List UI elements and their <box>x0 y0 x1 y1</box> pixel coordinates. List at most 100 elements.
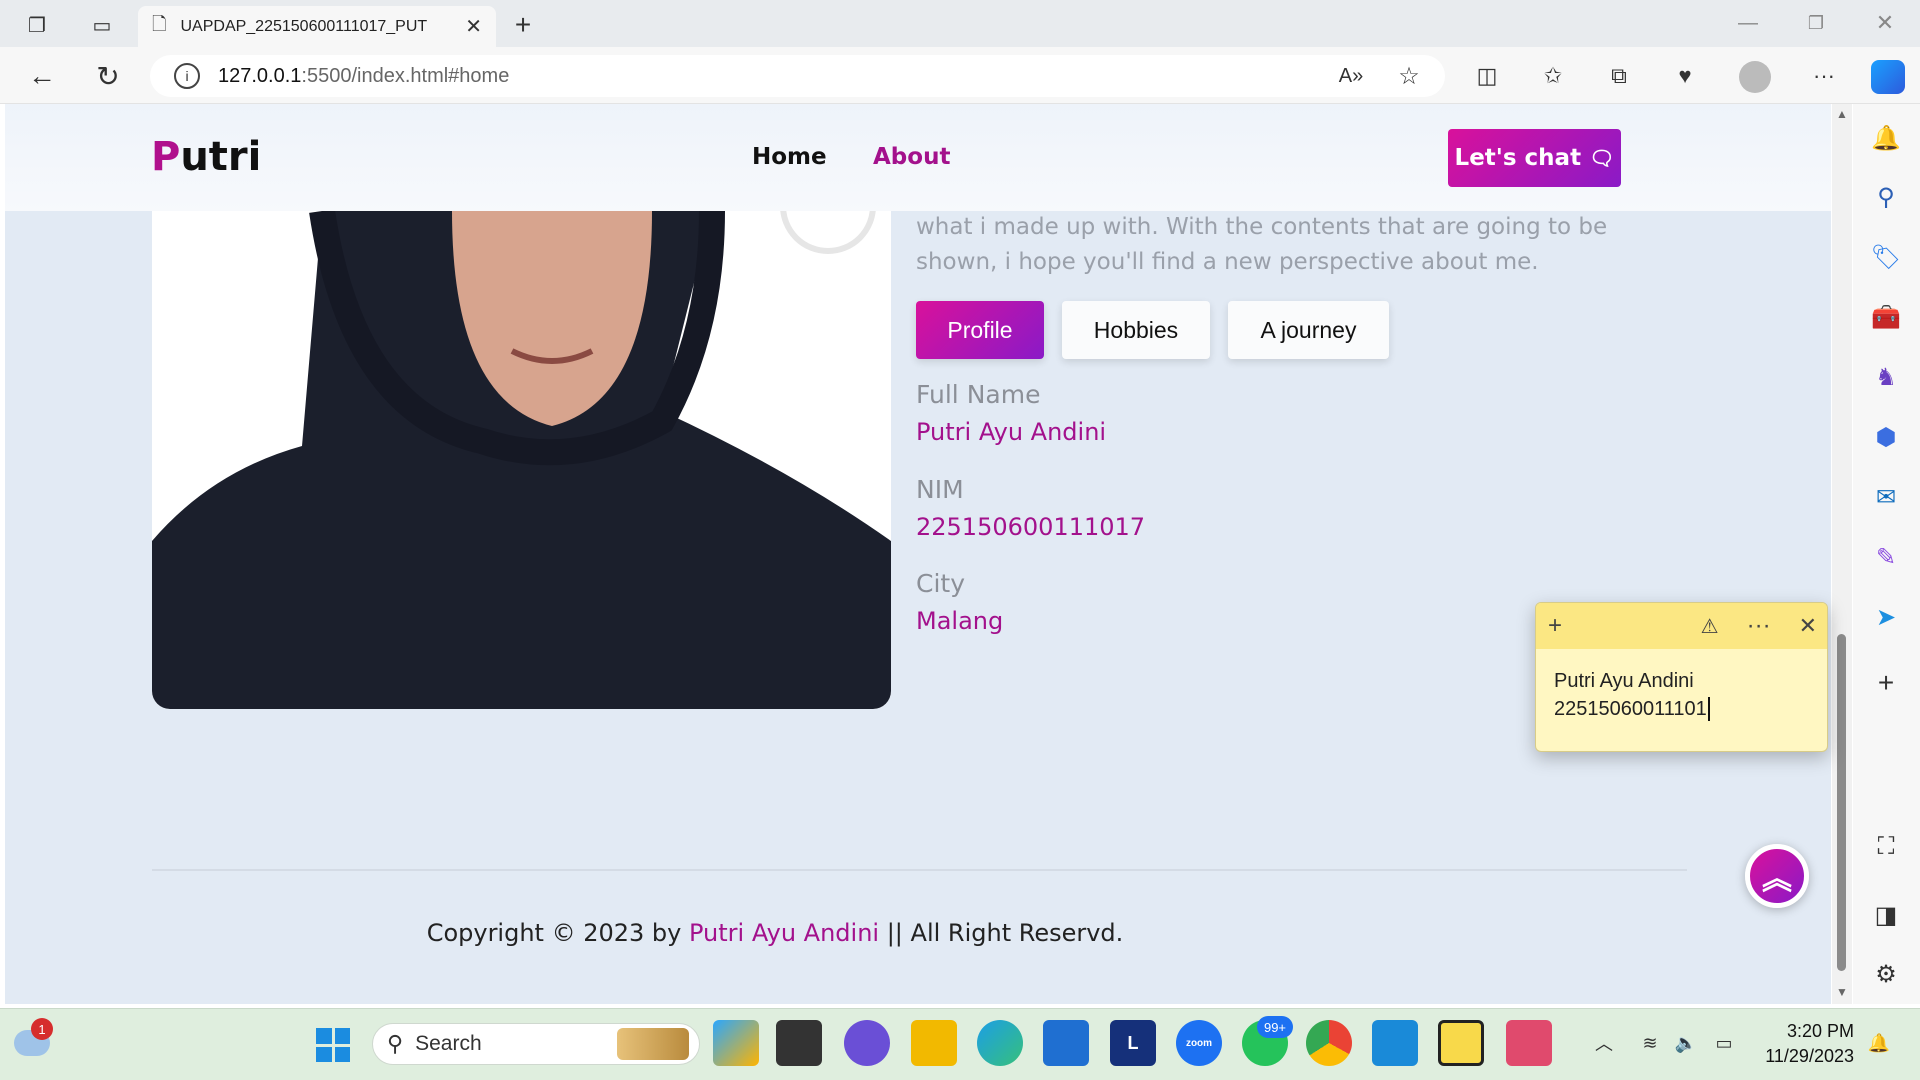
minimize-icon[interactable]: — <box>1733 8 1763 38</box>
games-icon[interactable]: ♞ <box>1866 357 1906 397</box>
copilot-preview-icon[interactable] <box>713 1020 759 1066</box>
clock-date: 11/29/2023 <box>1765 1046 1854 1066</box>
scroll-down-arrow-icon[interactable]: ▼ <box>1834 984 1850 1000</box>
screenshot-icon[interactable]: ⛶ <box>1866 827 1906 867</box>
sticky-note-window[interactable]: + ⚠ ··· ✕ Putri Ayu Andini 2251506001110… <box>1535 602 1828 752</box>
l-app-icon[interactable]: L <box>1110 1020 1156 1066</box>
site-logo[interactable]: Putri <box>151 134 261 180</box>
nav-about-link[interactable]: About <box>873 144 950 170</box>
tab-hobbies-button[interactable]: Hobbies <box>1062 301 1210 359</box>
new-tab-icon[interactable]: + <box>508 9 538 40</box>
scrollbar-thumb[interactable] <box>1837 634 1846 971</box>
url-path: :5500/index.html#home <box>301 64 510 87</box>
browser-tab[interactable]: 🗋 UAPDAP_225150600111017_PUT ✕ <box>138 6 496 47</box>
workspaces-icon[interactable]: ❐ <box>22 10 52 40</box>
battery-icon[interactable]: ▭ <box>1710 1030 1738 1056</box>
back-icon[interactable]: ← <box>26 60 58 92</box>
settings-gear-icon[interactable]: ⚙ <box>1866 954 1906 994</box>
nim-label: NIM <box>916 475 964 504</box>
volume-icon[interactable]: 🔈 <box>1672 1030 1700 1056</box>
show-hidden-icons-chevron-icon[interactable]: ︿ <box>1591 1030 1617 1056</box>
microsoft-store-icon[interactable] <box>1043 1020 1089 1066</box>
nav-home-link[interactable]: Home <box>752 144 827 170</box>
scroll-up-arrow-icon[interactable]: ▲ <box>1834 106 1850 122</box>
chat-bubble-icon: 🗨 <box>1589 146 1615 170</box>
copilot-icon[interactable] <box>1871 60 1905 94</box>
sticky-notes-taskbar-icon[interactable] <box>1438 1020 1484 1066</box>
url-host: 127.0.0.1 <box>218 64 302 87</box>
note-menu-icon[interactable]: ··· <box>1747 612 1771 640</box>
logo-rest: utri <box>180 134 262 180</box>
taskbar-search-label: Search <box>415 1032 482 1055</box>
zoom-icon[interactable]: zoom <box>1176 1020 1222 1066</box>
chrome-icon[interactable] <box>1306 1020 1352 1066</box>
restore-icon[interactable]: ❐ <box>1801 8 1831 38</box>
footer-divider <box>152 869 1687 871</box>
search-highlight-image <box>617 1028 689 1060</box>
browser-tab-bar: ❐ ▭ 🗋 UAPDAP_225150600111017_PUT ✕ + — ❐… <box>0 0 1920 47</box>
read-aloud-icon[interactable]: A» <box>1335 60 1367 92</box>
wifi-icon[interactable]: ≋ <box>1636 1030 1664 1056</box>
intro-text-line1: what i made up with. With the contents t… <box>916 214 1608 240</box>
address-bar[interactable]: i 127.0.0.1:5500/index.html#home <box>150 55 1445 97</box>
warning-icon[interactable]: ⚠ <box>1701 614 1719 639</box>
city-label: City <box>916 569 965 598</box>
sticky-note-header: + ⚠ ··· ✕ <box>1536 603 1827 649</box>
tab-journey-button[interactable]: A journey <box>1228 301 1389 359</box>
footer-author-link[interactable]: Putri Ayu Andini <box>689 919 879 947</box>
tools-icon[interactable]: 🧰 <box>1866 297 1906 337</box>
fullname-value: Putri Ayu Andini <box>916 418 1107 446</box>
send-icon[interactable]: ➤ <box>1866 597 1906 637</box>
search-icon[interactable]: ⚲ <box>1866 177 1906 217</box>
add-note-icon[interactable]: + <box>1548 612 1562 640</box>
windows-start-icon[interactable] <box>316 1028 350 1062</box>
tab-actions-icon[interactable]: ▭ <box>87 10 117 40</box>
favorites-icon[interactable]: ✩ <box>1537 60 1569 92</box>
footer-suffix: || All Right Reservd. <box>886 919 1124 947</box>
logo-first-letter: P <box>151 134 181 180</box>
shopping-tag-icon[interactable]: 🏷 <box>1866 237 1906 277</box>
footer-copyright: Copyright © 2023 by Putri Ayu Andini || … <box>5 919 1545 947</box>
profile-photo <box>152 211 891 709</box>
teams-chat-icon[interactable] <box>844 1020 890 1066</box>
snipping-tool-icon[interactable] <box>1506 1020 1552 1066</box>
collections-icon[interactable]: ⧉ <box>1603 60 1635 92</box>
more-options-icon[interactable]: ··· <box>1808 60 1840 92</box>
add-sidebar-app-icon[interactable]: + <box>1866 663 1906 703</box>
edge-browser-icon[interactable] <box>977 1020 1023 1066</box>
task-view-icon[interactable] <box>776 1020 822 1066</box>
back-to-top-button[interactable]: ︽ <box>1745 844 1809 908</box>
designer-icon[interactable]: ✎ <box>1866 537 1906 577</box>
tab-title: UAPDAP_225150600111017_PUT <box>180 17 428 35</box>
browser-essentials-icon[interactable]: ♥ <box>1669 60 1701 92</box>
sticky-note-line2: 22515060011101 <box>1554 698 1707 720</box>
sidebar-toggle-icon[interactable]: ◨ <box>1866 895 1906 935</box>
sticky-note-text[interactable]: Putri Ayu Andini 22515060011101 <box>1554 667 1710 723</box>
file-explorer-icon[interactable] <box>911 1020 957 1066</box>
search-magnifier-icon: ⚲ <box>387 1031 404 1056</box>
page-viewport: Putri Home About Let's chat 🗨 what i mad… <box>5 104 1831 1004</box>
vscode-icon[interactable] <box>1372 1020 1418 1066</box>
favorite-star-icon[interactable]: ☆ <box>1393 60 1425 92</box>
nim-value: 225150600111017 <box>916 513 1146 541</box>
notifications-bell-icon[interactable]: 🔔 <box>1866 118 1906 158</box>
notification-center-icon[interactable]: 🔔 <box>1866 1030 1892 1056</box>
refresh-icon[interactable]: ↻ <box>92 60 124 92</box>
fullname-label: Full Name <box>916 380 1041 409</box>
taskbar-search-box[interactable]: ⚲ Search <box>372 1023 700 1065</box>
page-icon: 🗋 <box>152 13 167 34</box>
clock-time: 3:20 PM <box>1786 1021 1854 1041</box>
taskbar-clock[interactable]: 3:20 PM 11/29/2023 <box>1754 1019 1854 1069</box>
split-screen-icon[interactable]: ◫ <box>1471 60 1503 92</box>
outlook-icon[interactable]: ✉ <box>1866 477 1906 517</box>
microsoft-365-icon[interactable]: ⬢ <box>1866 417 1906 457</box>
profile-avatar[interactable] <box>1739 61 1771 93</box>
lets-chat-label: Let's chat <box>1454 145 1582 171</box>
lets-chat-button[interactable]: Let's chat 🗨 <box>1448 129 1621 187</box>
windows-taskbar <box>0 1008 1920 1080</box>
close-note-icon[interactable]: ✕ <box>1799 613 1817 639</box>
site-info-icon[interactable]: i <box>174 63 200 89</box>
close-window-icon[interactable]: ✕ <box>1870 8 1900 38</box>
close-tab-icon[interactable]: ✕ <box>465 14 482 39</box>
tab-profile-button[interactable]: Profile <box>916 301 1044 359</box>
